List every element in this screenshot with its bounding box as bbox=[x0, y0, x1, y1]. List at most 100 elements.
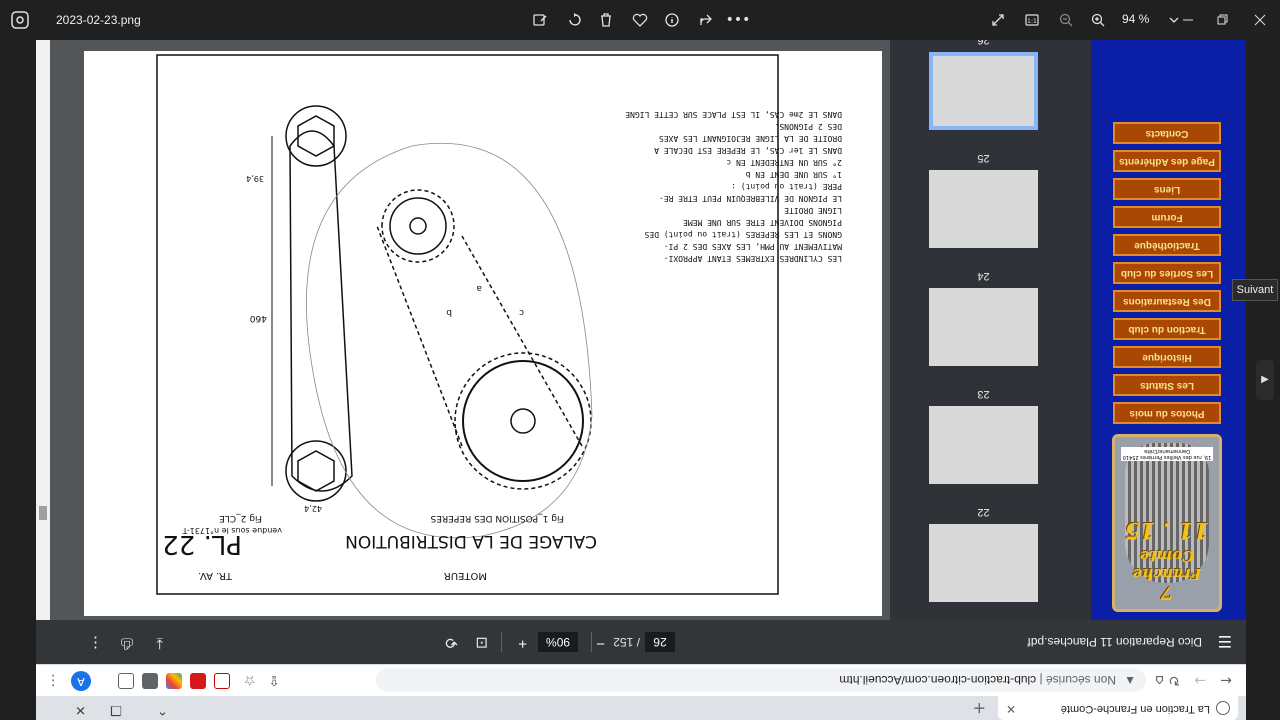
club-nav-item[interactable]: Photos du mois bbox=[1113, 402, 1221, 424]
actual-size-icon[interactable]: 1:1 bbox=[1020, 8, 1044, 32]
next-image-arrow-icon[interactable]: ▶ bbox=[1256, 360, 1274, 400]
favorite-heart-icon[interactable] bbox=[628, 8, 652, 32]
page-total: / 152 bbox=[613, 635, 640, 649]
browser-close-icon[interactable]: ✕ bbox=[75, 702, 86, 717]
club-nav-item[interactable]: Tractiothèque bbox=[1113, 234, 1221, 256]
logo-number: 7 bbox=[1160, 582, 1174, 603]
chevron-up-icon[interactable]: ⌃ bbox=[157, 702, 168, 717]
drawing-note-line: LE PIGNON DE VILEBREQUIN PEUT ETRE RE- bbox=[659, 194, 842, 203]
zoom-out-icon[interactable] bbox=[1054, 8, 1078, 32]
restore-icon[interactable]: ❐ bbox=[110, 702, 122, 717]
fig1-caption: Fig 1_POSITION DES REPERES bbox=[430, 513, 564, 523]
drawing-note-line: PIGNONS DOIVENT ETRE SUR UNE MEME bbox=[683, 218, 842, 227]
club-nav-item[interactable]: Traction du club bbox=[1113, 318, 1221, 340]
moteur-label: MOTEUR bbox=[444, 570, 487, 581]
drawing-note-line: LES CYLINDRES EXTREMES ETANT APPROXI- bbox=[664, 254, 842, 263]
pdf-toolbar: ☰ Dico Reparation 11 Planches.pdf 26 / 1… bbox=[36, 620, 1246, 664]
zoom-in-icon[interactable] bbox=[1086, 8, 1110, 32]
svg-text:1:1: 1:1 bbox=[1027, 18, 1037, 25]
club-nav-item[interactable]: Les Statuts bbox=[1113, 374, 1221, 396]
maximize-icon[interactable] bbox=[1210, 8, 1234, 32]
extensions-puzzle-icon[interactable] bbox=[142, 673, 158, 689]
browser-tab-strip: La Traction en Franche-Comté ✕ + ⌃ ❐ ✕ bbox=[36, 696, 1246, 720]
club-nav-item[interactable]: Contacts bbox=[1113, 122, 1221, 144]
tab-close-icon[interactable]: ✕ bbox=[1006, 702, 1016, 716]
share-icon[interactable] bbox=[694, 8, 718, 32]
drawing-note-line: DANS LE 1er CAS, LE REPERE EST DECALE A bbox=[654, 146, 842, 155]
photos-app-icon bbox=[11, 11, 29, 29]
toolbar-divider bbox=[591, 632, 592, 652]
pdf-zoom-input[interactable]: 90% bbox=[538, 632, 578, 652]
label-a: a bbox=[476, 283, 482, 293]
pdf-vertical-scrollbar[interactable] bbox=[36, 40, 50, 620]
expand-icon[interactable] bbox=[986, 8, 1010, 32]
page-thumbnail-label: 23 bbox=[977, 388, 990, 400]
back-icon[interactable]: ← bbox=[1220, 672, 1232, 688]
tr-av-label: TR. AV. bbox=[198, 570, 233, 581]
page-thumbnail-label: 22 bbox=[977, 506, 990, 518]
pdf-menu-icon[interactable]: ☰ bbox=[1218, 631, 1232, 651]
club-nav-item[interactable]: Les Sorties du club bbox=[1113, 262, 1221, 284]
minimize-icon[interactable] bbox=[1176, 8, 1200, 32]
page-thumbnail[interactable] bbox=[929, 406, 1038, 484]
home-icon[interactable]: ⌂ bbox=[1155, 672, 1164, 688]
reload-icon[interactable]: ↻ bbox=[1168, 672, 1180, 688]
share-page-icon[interactable]: ⇪ bbox=[268, 672, 280, 688]
page-thumbnail-label: 25 bbox=[977, 152, 990, 164]
security-label: Non sécurisé bbox=[1045, 673, 1116, 687]
label-c: c bbox=[519, 307, 524, 317]
extension-yandex-icon[interactable] bbox=[190, 673, 206, 689]
extension-colorful-icon[interactable] bbox=[166, 673, 182, 689]
forward-icon[interactable]: → bbox=[1194, 672, 1206, 688]
page-thumbnail[interactable] bbox=[929, 170, 1038, 248]
page-number-input[interactable]: 26 bbox=[645, 632, 675, 652]
club-nav-item[interactable]: Historique bbox=[1113, 346, 1221, 368]
url-field[interactable]: ▲ Non sécurisé | club-traction-citroen.c… bbox=[376, 668, 1146, 692]
pdf-page: 460 42,4 39,4 a b c TR. AV. MOTEUR PL. 2… bbox=[84, 51, 882, 616]
fit-page-icon[interactable]: ⊡ bbox=[475, 634, 488, 652]
profile-avatar[interactable]: A bbox=[71, 671, 91, 691]
scroll-thumb[interactable] bbox=[39, 506, 47, 520]
pdf-more-icon[interactable]: ⋮ bbox=[88, 634, 103, 652]
close-window-icon[interactable] bbox=[1248, 8, 1272, 32]
edit-image-icon[interactable] bbox=[528, 8, 552, 32]
dim-42-label: 42,4 bbox=[304, 504, 322, 513]
calage-title: CALAGE DE LA DISTRIBUTION bbox=[345, 531, 597, 551]
zoom-in-plus-icon[interactable]: + bbox=[518, 635, 527, 652]
not-secure-warning-icon: ▲ bbox=[1124, 674, 1136, 688]
more-options-icon[interactable]: ••• bbox=[726, 8, 751, 32]
new-tab-icon[interactable]: + bbox=[973, 699, 986, 718]
browser-address-bar: ← → ↻ ⌂ ▲ Non sécurisé | club-traction-c… bbox=[36, 664, 1246, 696]
page-thumbnail[interactable] bbox=[929, 524, 1038, 602]
logo-comte: Comte bbox=[1139, 547, 1195, 565]
zoom-level: 94 % bbox=[1122, 12, 1150, 26]
browser-menu-icon[interactable]: ⋮ bbox=[46, 672, 60, 688]
rotate-icon[interactable] bbox=[562, 8, 586, 32]
pdf-title: Dico Reparation 11 Planches.pdf bbox=[1027, 635, 1202, 649]
side-panel-icon[interactable] bbox=[118, 673, 134, 689]
vendue-caption: vendue sous le n°1731-T bbox=[183, 526, 282, 535]
rotate-page-icon[interactable]: ⟲ bbox=[445, 634, 458, 652]
logo-model: 11 . 15 bbox=[1124, 517, 1210, 543]
drawing-note-line: DANS LE 2me CAS, IL EST PLACE SUR CETTE … bbox=[625, 110, 842, 119]
club-nav-item[interactable]: Page des Adhérents bbox=[1113, 150, 1221, 172]
zoom-out-minus-icon[interactable]: − bbox=[596, 635, 605, 652]
drawing-note-line: DES 2 PIGNONS. bbox=[775, 122, 842, 131]
page-thumbnail[interactable] bbox=[929, 288, 1038, 366]
print-icon[interactable]: ⎙ bbox=[121, 635, 133, 652]
logo-franche: Franche bbox=[1132, 565, 1202, 583]
info-icon[interactable] bbox=[660, 8, 684, 32]
wrench-drawing bbox=[271, 105, 353, 502]
rotated-browser-screenshot: La Traction en Franche-Comté ✕ + ⌃ ❐ ✕ ←… bbox=[36, 40, 1246, 720]
club-nav-item[interactable]: Des Restaurations bbox=[1113, 290, 1221, 312]
club-nav-item[interactable]: Forum bbox=[1113, 206, 1221, 228]
bookmark-star-icon[interactable]: ☆ bbox=[243, 672, 256, 688]
browser-tab[interactable]: La Traction en Franche-Comté ✕ bbox=[998, 696, 1238, 720]
page-thumbnail[interactable] bbox=[929, 52, 1038, 130]
club-website-nav: 7 Franche Comte 11 . 15 19, rue des Viei… bbox=[1091, 40, 1246, 620]
download-icon[interactable]: ⤓ bbox=[156, 635, 163, 652]
toolbar-divider-2 bbox=[501, 632, 502, 652]
club-nav-item[interactable]: Liens bbox=[1113, 178, 1221, 200]
delete-icon[interactable] bbox=[594, 8, 618, 32]
extension-red-icon[interactable] bbox=[214, 673, 230, 689]
